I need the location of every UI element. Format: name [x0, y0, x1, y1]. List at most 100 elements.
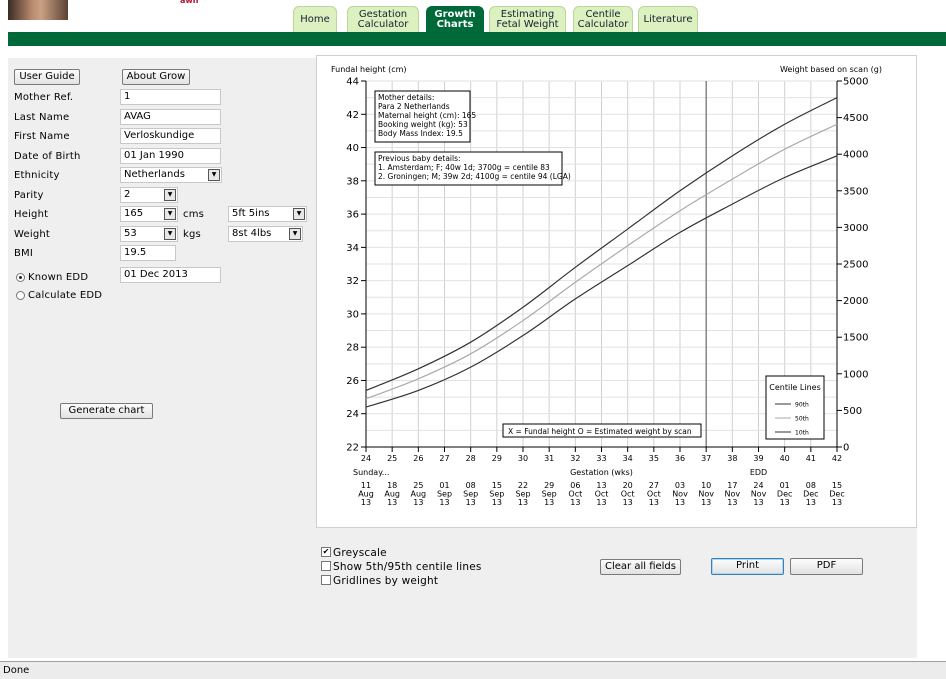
tab-estimating-fetal-weight[interactable]: Estimating Fetal Weight [489, 6, 566, 32]
y-right-tick-label: 2000 [843, 296, 868, 307]
height-select[interactable]: 165 ▼ [120, 206, 178, 222]
y-tick-label: 40 [346, 143, 359, 154]
edd-input[interactable]: 01 Dec 2013 [120, 267, 221, 283]
date-label: 13 [649, 498, 659, 507]
show-5-95-label: Show 5th/95th centile lines [333, 561, 482, 573]
tab-label: Growth [434, 8, 476, 20]
x-tick-label: 26 [413, 454, 423, 463]
chevron-down-icon: ▼ [293, 208, 305, 220]
key-text: X = Fundal height O = Estimated weight b… [508, 427, 692, 436]
date-label: 13 [570, 498, 580, 507]
y-tick-label: 44 [346, 77, 359, 88]
logo-image [8, 0, 68, 20]
x-tick-label: 29 [492, 454, 502, 463]
height-label: Height [14, 209, 49, 220]
user-guide-button[interactable]: User Guide [14, 69, 80, 85]
print-button[interactable]: Print [711, 558, 784, 575]
chevron-down-icon: ▼ [164, 189, 176, 201]
previous-baby-line: 2. Groningen; M; 39w 2d; 4100g = centile… [378, 172, 571, 181]
tab-label: Estimating [500, 8, 555, 20]
previous-baby-line: Previous baby details: [378, 154, 461, 163]
x-tick-label: 41 [806, 454, 816, 463]
height-imperial-select[interactable]: 5ft 5ins ▼ [228, 206, 307, 222]
about-grow-button[interactable]: About Grow [122, 69, 190, 85]
x-tick-label: 24 [361, 454, 371, 463]
chevron-down-icon: ▼ [289, 228, 301, 240]
bmi-input[interactable]: 19.5 [120, 245, 176, 261]
green-divider-bar [8, 32, 946, 46]
gridlines-by-weight-label: Gridlines by weight [333, 575, 439, 587]
last-name-input[interactable]: AVAG [120, 109, 221, 125]
x-tick-label: 37 [701, 454, 711, 463]
tab-gestation-calculator[interactable]: Gestation Calculator [347, 6, 419, 32]
date-label: 13 [439, 498, 449, 507]
mother-details-line: Mother details: [378, 93, 434, 102]
greyscale-checkbox[interactable]: ✔ [321, 547, 331, 557]
header: awh Home Gestation Calculator Growth Cha… [0, 0, 946, 32]
weight-imperial-value: 8st 4lbs [232, 228, 272, 239]
parity-value: 2 [124, 189, 131, 200]
first-name-input[interactable]: Verloskundige [120, 128, 221, 144]
last-name-label: Last Name [14, 112, 70, 123]
mother-ref-input[interactable]: 1 [120, 89, 221, 105]
x-tick-label: 30 [518, 454, 528, 463]
first-name-label: First Name [14, 131, 70, 142]
weight-select[interactable]: 53 ▼ [120, 226, 178, 242]
x-tick-label: 38 [727, 454, 737, 463]
legend-label: 90th [795, 402, 809, 409]
y-tick-label: 34 [346, 243, 359, 254]
parity-label: Parity [14, 190, 44, 201]
tab-home[interactable]: Home [293, 6, 337, 32]
growth-chart: 2224262830323436384042440500100015002000… [331, 65, 882, 507]
known-edd-radio[interactable] [16, 273, 25, 282]
y-right-tick-label: 2500 [843, 260, 868, 271]
x-tick-label: 36 [675, 454, 685, 463]
calculate-edd-radio[interactable] [16, 291, 25, 300]
calculate-edd-label: Calculate EDD [28, 290, 103, 301]
parity-select[interactable]: 2 ▼ [120, 187, 178, 203]
date-label: 13 [361, 498, 371, 507]
date-label: 13 [623, 498, 633, 507]
tab-growth-charts[interactable]: Growth Charts [426, 6, 484, 32]
date-label: 13 [832, 498, 842, 507]
y-right-axis-title: Weight based on scan (g) [780, 65, 882, 74]
y-right-tick-label: 3000 [843, 223, 868, 234]
tab-centile-calculator[interactable]: Centile Calculator [573, 6, 633, 32]
mother-details-line: Para 2 Netherlands [378, 102, 450, 111]
date-label: 13 [544, 498, 554, 507]
tab-literature[interactable]: Literature [638, 6, 698, 32]
x-tick-label: 33 [596, 454, 606, 463]
date-label: 13 [413, 498, 423, 507]
chevron-down-icon: ▼ [164, 208, 176, 220]
show-5-95-checkbox[interactable] [321, 561, 331, 571]
date-label: 13 [466, 498, 476, 507]
dob-label: Date of Birth [14, 151, 81, 162]
clear-all-fields-button[interactable]: Clear all fields [600, 559, 681, 575]
pdf-button[interactable]: PDF [790, 558, 863, 575]
y-right-tick-label: 0 [843, 443, 849, 454]
previous-baby-line: 1. Amsterdam; F; 40w 1d; 3700g = centile… [378, 163, 550, 172]
y-tick-label: 36 [346, 210, 359, 221]
y-tick-label: 32 [346, 276, 359, 287]
y-tick-label: 26 [346, 376, 359, 387]
logo-text: awh [180, 0, 199, 5]
y-right-tick-label: 1000 [843, 369, 868, 380]
date-label: 13 [780, 498, 790, 507]
known-edd-label: Known EDD [28, 272, 89, 283]
gridlines-by-weight-checkbox[interactable] [321, 575, 331, 585]
tab-label: Fetal Weight [496, 18, 559, 30]
generate-chart-button[interactable]: Generate chart [60, 403, 153, 419]
dob-input[interactable]: 01 Jan 1990 [120, 148, 221, 164]
y-tick-label: 38 [346, 176, 359, 187]
date-label: 13 [701, 498, 711, 507]
height-value: 165 [124, 208, 144, 219]
x-axis-title: Gestation (wks) [570, 468, 633, 477]
tab-label: Literature [643, 13, 693, 25]
chevron-down-icon: ▼ [208, 169, 220, 181]
weight-imperial-select[interactable]: 8st 4lbs ▼ [228, 226, 303, 242]
ethnicity-select[interactable]: Netherlands ▼ [120, 167, 222, 183]
weight-unit-label: kgs [183, 229, 201, 240]
edd-label: EDD [750, 468, 767, 477]
x-tick-label: 27 [439, 454, 449, 463]
bmi-label: BMI [14, 248, 34, 259]
